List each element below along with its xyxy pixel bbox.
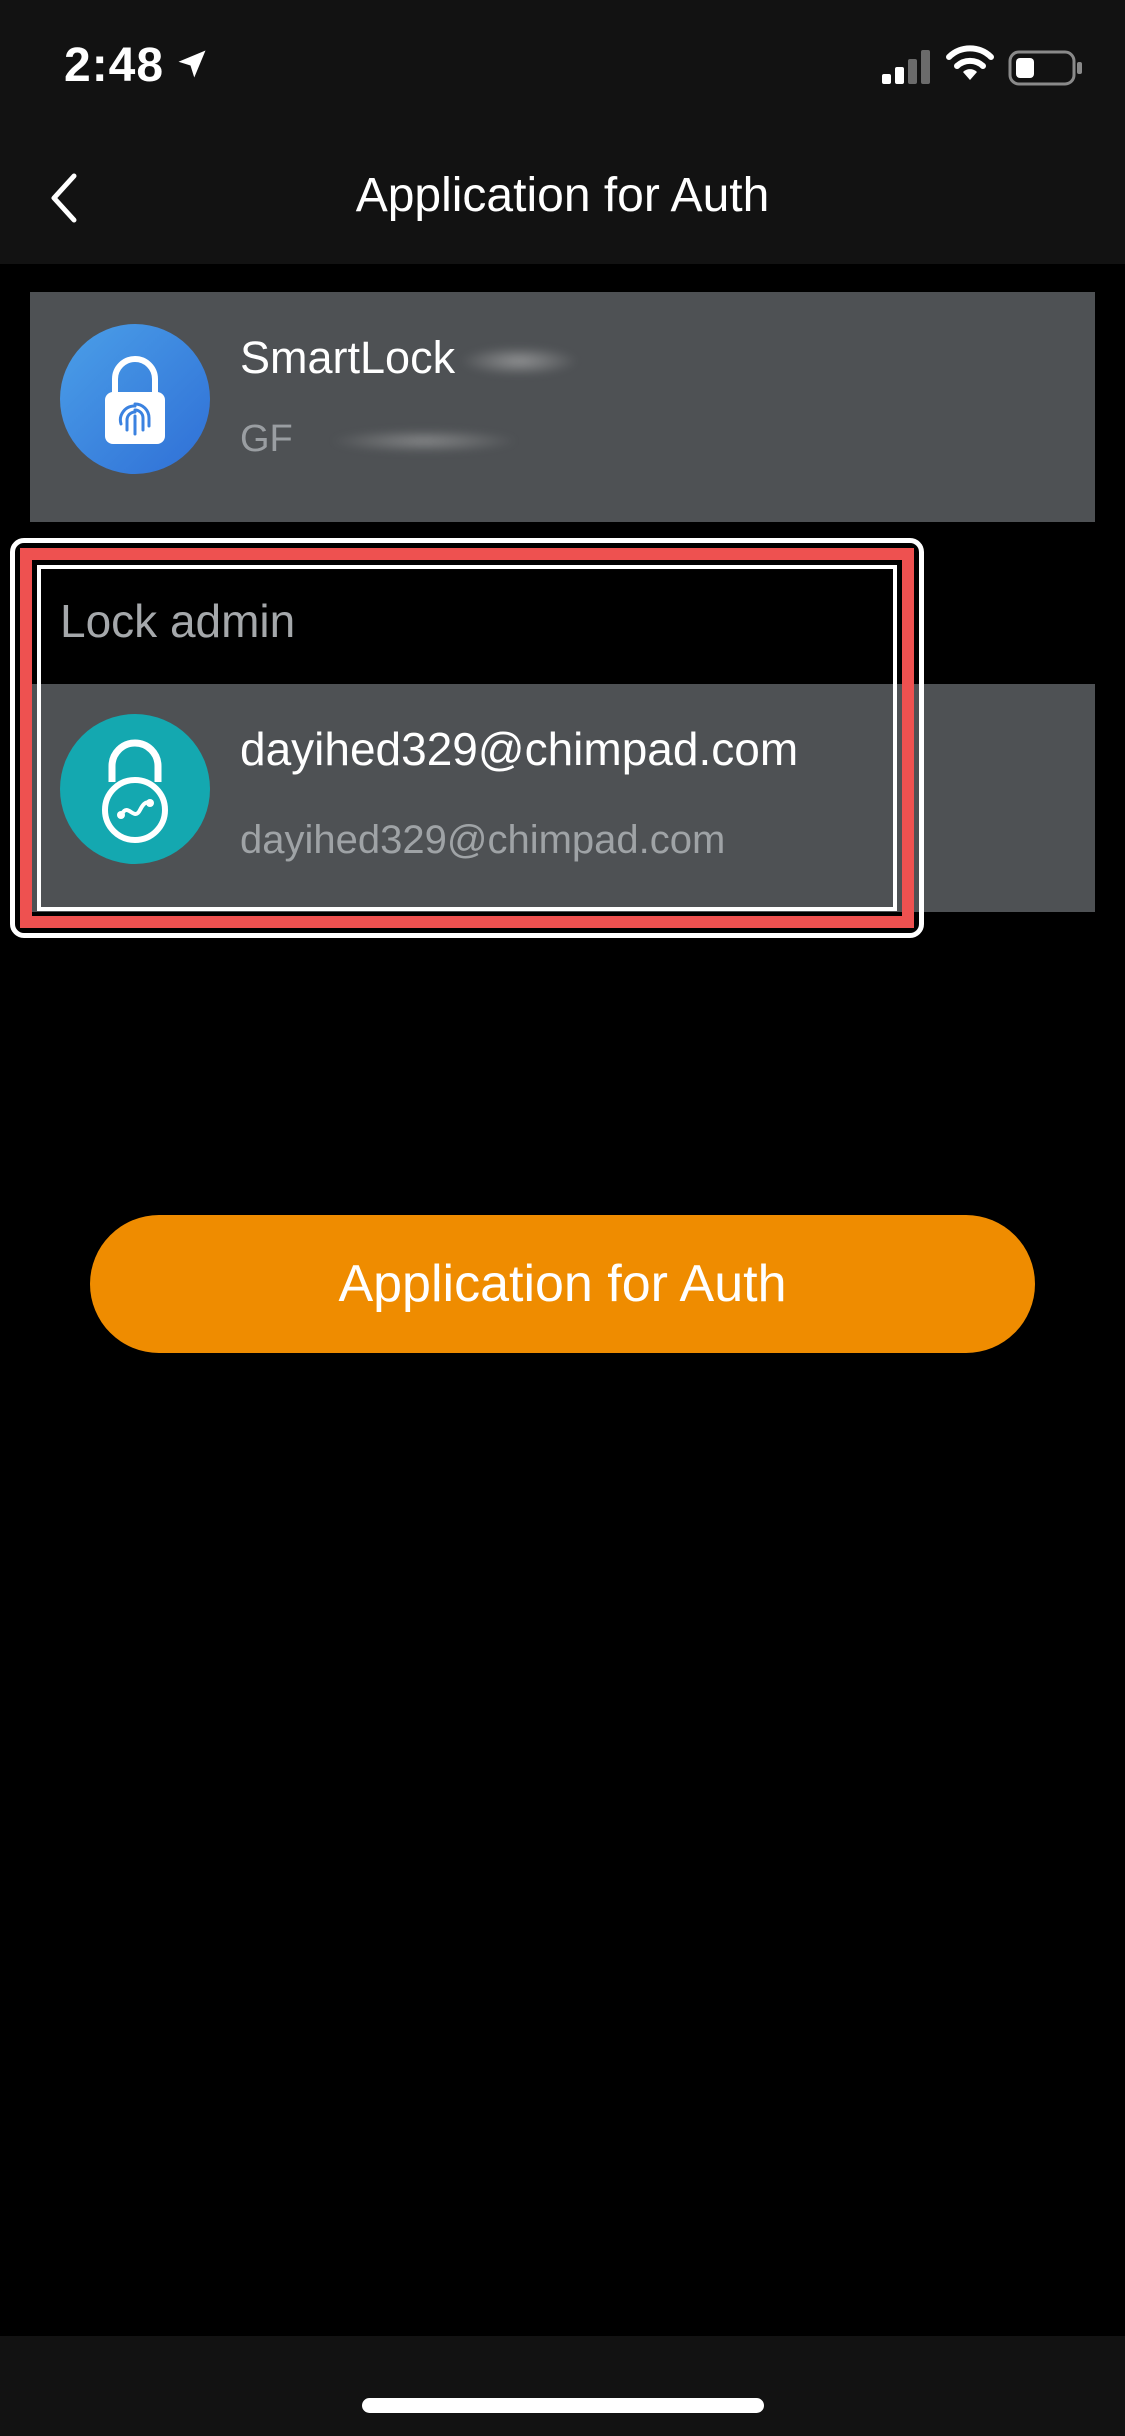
admin-user-email: dayihed329@chimpad.com	[240, 818, 726, 862]
admin-avatar	[60, 714, 210, 864]
device-name: SmartLock	[240, 332, 580, 384]
admin-user-name: dayihed329@chimpad.com	[240, 723, 799, 775]
home-indicator-bar	[0, 2336, 1125, 2436]
nav-bar: Application for Auth	[0, 132, 1125, 264]
cellular-signal-icon	[882, 50, 930, 84]
battery-icon	[1008, 50, 1082, 86]
home-indicator[interactable]	[362, 2398, 764, 2413]
device-name-text: SmartLock	[240, 332, 456, 383]
status-time: 2:48	[64, 39, 165, 92]
apply-auth-button[interactable]: Application for Auth	[90, 1215, 1035, 1353]
status-bar: 2:48	[0, 0, 1125, 132]
page-title: Application for Auth	[355, 169, 770, 222]
padlock-icon	[102, 739, 168, 843]
section-label: Lock admin	[60, 595, 296, 647]
device-id: GF	[240, 418, 519, 461]
device-id-text: GF	[240, 418, 293, 460]
wifi-icon	[946, 45, 994, 80]
device-avatar	[60, 324, 210, 474]
fingerprint-lock-icon	[105, 356, 165, 444]
redacted-text	[328, 428, 519, 453]
redacted-text	[459, 346, 580, 377]
device-card[interactable]: SmartLock GF	[30, 292, 1095, 522]
location-arrow-icon	[178, 50, 206, 78]
